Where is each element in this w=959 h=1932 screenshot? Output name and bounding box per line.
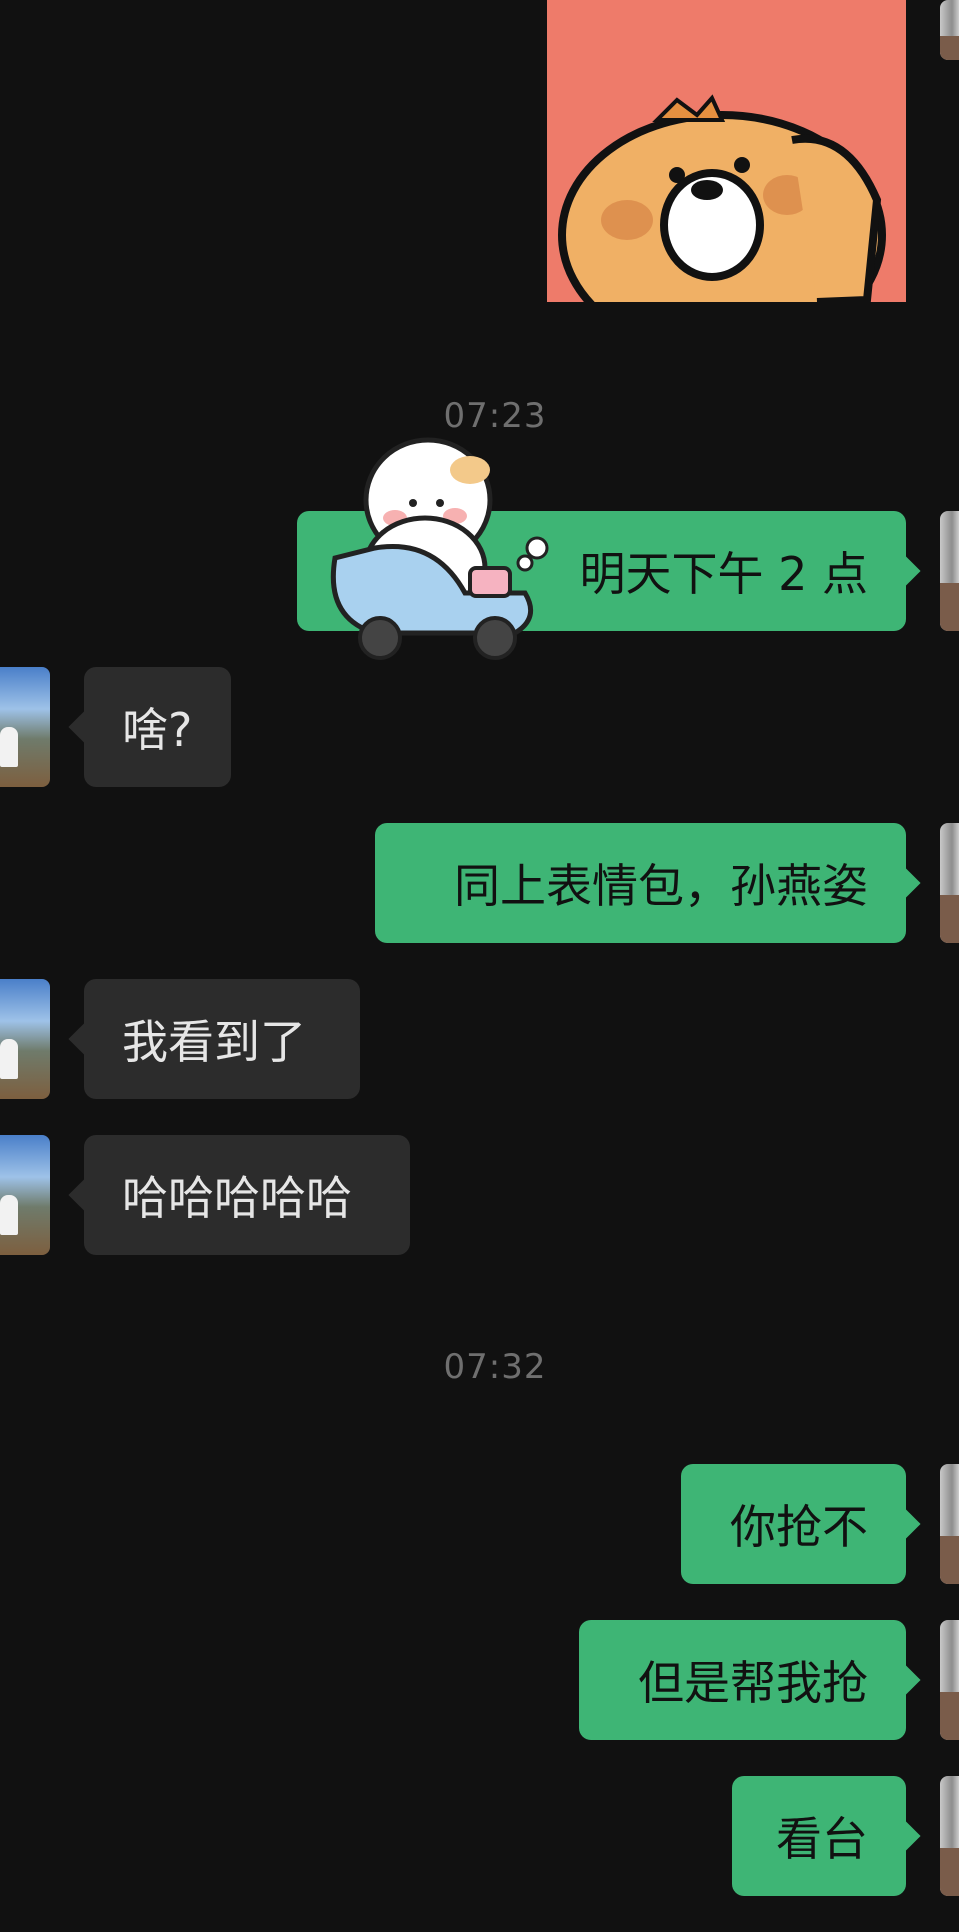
- message-bubble-outgoing[interactable]: 同上表情包，孙燕姿: [375, 823, 906, 943]
- message-bubble-incoming[interactable]: 哈哈哈哈哈: [84, 1135, 410, 1255]
- hamster-scooter-sticker[interactable]: [315, 428, 555, 664]
- hamster-scooter-icon: [330, 437, 549, 660]
- contact-avatar[interactable]: [0, 667, 50, 787]
- message-text: 看台: [776, 1812, 868, 1866]
- message-bubble-outgoing[interactable]: 看台: [732, 1776, 906, 1896]
- timestamp: 07:32: [443, 1347, 547, 1387]
- my-avatar[interactable]: [940, 823, 959, 943]
- message-bubble-incoming[interactable]: 我看到了: [84, 979, 360, 1099]
- message-text: 我看到了: [122, 1015, 306, 1069]
- bear-sticker[interactable]: [547, 0, 906, 302]
- message-text: 哈哈哈哈哈: [122, 1171, 352, 1225]
- message-text: 同上表情包，孙燕姿: [454, 859, 868, 913]
- my-avatar[interactable]: [940, 1620, 959, 1740]
- message-text: 你抢不: [730, 1500, 868, 1554]
- message-bubble-outgoing[interactable]: 但是帮我抢: [579, 1620, 906, 1740]
- message-text: 啥?: [122, 703, 193, 757]
- my-avatar[interactable]: [940, 0, 959, 60]
- my-avatar[interactable]: [940, 511, 959, 631]
- my-avatar[interactable]: [940, 1464, 959, 1584]
- message-bubble-outgoing[interactable]: 你抢不: [681, 1464, 906, 1584]
- contact-avatar[interactable]: [0, 979, 50, 1099]
- message-text: 但是帮我抢: [638, 1656, 868, 1710]
- bear-face-icon: [558, 94, 886, 302]
- message-text: 明天下午 2 点: [579, 547, 868, 601]
- message-bubble-incoming[interactable]: 啥?: [84, 667, 231, 787]
- contact-avatar[interactable]: [0, 1135, 50, 1255]
- my-avatar[interactable]: [940, 1776, 959, 1896]
